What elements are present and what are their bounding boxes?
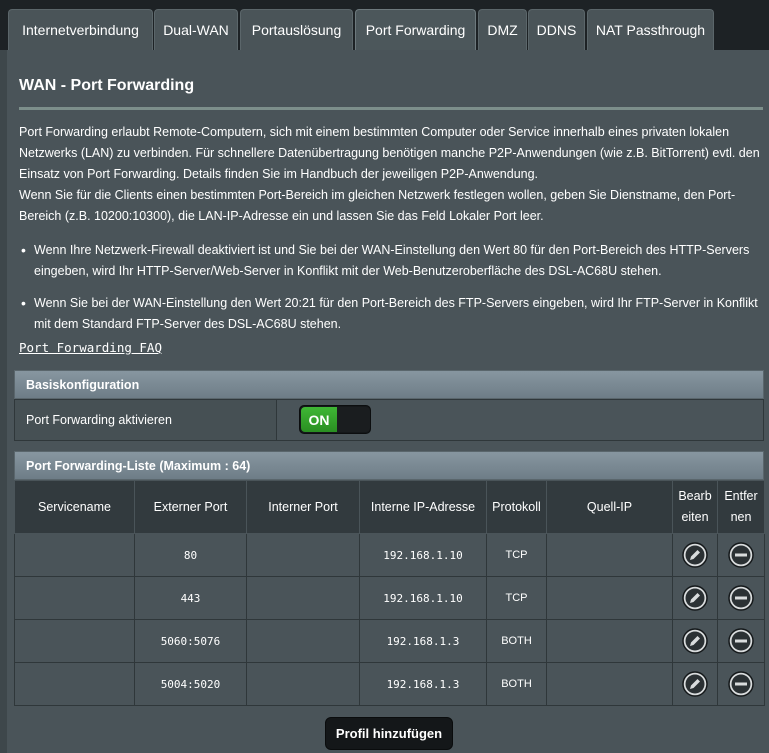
table-row: 80 192.168.1.10 TCP [14,533,765,577]
basic-config-header: Basiskonfiguration [14,370,764,399]
cell-servicename [14,533,135,577]
tab-portausloesung[interactable]: Portauslösung [240,9,353,50]
enable-row: Port Forwarding aktivieren ON [14,399,764,441]
forwarding-table: Servicename Externer Port Interner Port … [14,480,765,706]
cell-externer-port: 443 [134,576,247,620]
table-row: 5004:5020 192.168.1.3 BOTH [14,662,765,706]
edit-icon[interactable] [682,585,708,611]
col-bearbeiten: Bearb eiten [672,480,718,534]
col-servicename: Servicename [14,480,135,534]
content-panel: WAN - Port Forwarding Port Forwarding er… [7,50,769,753]
cell-interne-ip: 192.168.1.3 [359,662,487,706]
tab-nat-passthrough[interactable]: NAT Passthrough [587,9,714,50]
tab-port-forwarding[interactable]: Port Forwarding [355,9,476,50]
faq-link[interactable]: Port Forwarding FAQ [19,340,162,355]
cell-quell-ip [546,576,673,620]
cell-edit [672,619,718,663]
tab-bar: Internetverbindung Dual-WAN Portauslösun… [0,0,769,50]
delete-icon[interactable] [728,585,754,611]
cell-protokoll: BOTH [486,619,547,663]
enable-label: Port Forwarding aktivieren [15,400,277,440]
col-interne-ip: Interne IP-Adresse [359,480,487,534]
cell-externer-port: 5060:5076 [134,619,247,663]
col-protokoll: Protokoll [486,480,547,534]
add-profile-button[interactable]: Profil hinzufügen [325,717,453,750]
cell-delete [717,662,765,706]
cell-delete [717,533,765,577]
title-divider [19,107,763,110]
cell-externer-port: 80 [134,533,247,577]
cell-externer-port: 5004:5020 [134,662,247,706]
cell-interne-ip: 192.168.1.10 [359,576,487,620]
cell-interner-port [246,533,360,577]
note-http: Wenn Ihre Netzwerk-Firewall deaktiviert … [19,240,763,282]
tab-dmz[interactable]: DMZ [478,9,527,50]
cell-servicename [14,576,135,620]
table-row: 443 192.168.1.10 TCP [14,576,765,620]
col-bearbeiten-line-2: eiten [681,510,709,524]
cell-servicename [14,662,135,706]
col-entfernen: Entfer nen [717,480,765,534]
cell-quell-ip [546,619,673,663]
cell-quell-ip [546,662,673,706]
edit-icon[interactable] [682,628,708,654]
page-title: WAN - Port Forwarding [19,77,195,94]
edit-icon[interactable] [682,671,708,697]
col-interner-port: Interner Port [246,480,360,534]
delete-icon[interactable] [728,542,754,568]
toggle-knob [337,407,370,432]
notes-list: Wenn Ihre Netzwerk-Firewall deaktiviert … [19,240,763,346]
cell-interner-port [246,619,360,663]
edit-icon[interactable] [682,542,708,568]
delete-icon[interactable] [728,628,754,654]
cell-interner-port [246,662,360,706]
cell-interne-ip: 192.168.1.3 [359,619,487,663]
col-externer-port: Externer Port [134,480,247,534]
cell-protokoll: TCP [486,533,547,577]
cell-interne-ip: 192.168.1.10 [359,533,487,577]
table-row: 5060:5076 192.168.1.3 BOTH [14,619,765,663]
col-entfernen-line-2: nen [730,510,752,524]
cell-edit [672,662,718,706]
cell-interner-port [246,576,360,620]
description-paragraph-2: Wenn Sie für die Clients einen bestimmte… [19,188,736,223]
cell-delete [717,576,765,620]
description: Port Forwarding erlaubt Remote-Computern… [19,122,763,227]
port-forwarding-toggle[interactable]: ON [299,405,371,434]
col-quell-ip: Quell-IP [546,480,673,534]
cell-servicename [14,619,135,663]
cell-edit [672,533,718,577]
tab-ddns[interactable]: DDNS [528,9,585,50]
delete-icon[interactable] [728,671,754,697]
forwarding-list-header: Port Forwarding-Liste (Maximum : 64) [14,451,764,480]
description-paragraph-1: Port Forwarding erlaubt Remote-Computern… [19,125,760,181]
toggle-on-label: ON [301,407,337,432]
note-ftp: Wenn Sie bei der WAN-Einstellung den Wer… [19,293,763,335]
table-header-row: Servicename Externer Port Interner Port … [14,480,765,534]
cell-protokoll: BOTH [486,662,547,706]
col-bearbeiten-line-1: Bearb [678,489,712,503]
cell-delete [717,619,765,663]
tab-internetverbindung[interactable]: Internetverbindung [8,9,153,50]
col-entfernen-line-1: Entfer [724,489,758,503]
cell-protokoll: TCP [486,576,547,620]
cell-quell-ip [546,533,673,577]
tab-dual-wan[interactable]: Dual-WAN [154,9,238,50]
cell-edit [672,576,718,620]
